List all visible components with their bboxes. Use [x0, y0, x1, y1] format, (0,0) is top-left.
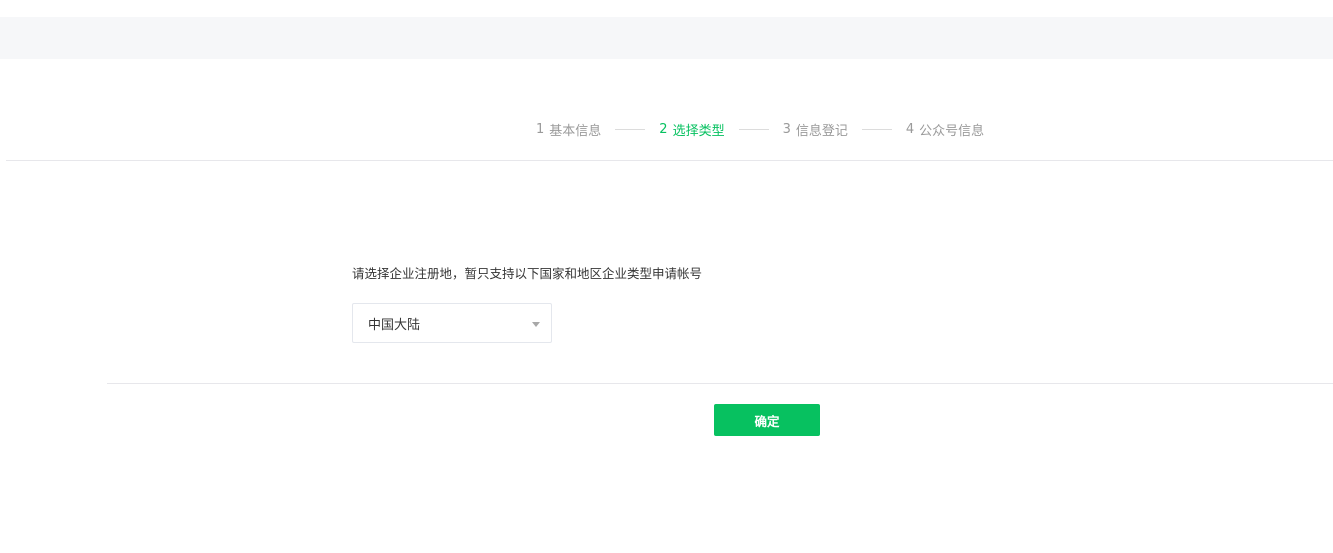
step-separator	[738, 128, 769, 130]
region-select-value: 中国大陆	[368, 317, 421, 333]
step-progress: 1 基本信息 2 选择类型 3 信息登记 4 公众号信息	[536, 119, 984, 139]
step-number: 3	[782, 121, 791, 137]
header-divider	[6, 160, 1333, 161]
step-label: 公众号信息	[919, 123, 985, 139]
region-instruction: 请选择企业注册地，暂只支持以下国家和地区企业类型申请帐号	[352, 266, 703, 281]
step-number: 2	[659, 121, 668, 137]
confirm-button[interactable]: 确定	[714, 404, 820, 436]
step-select-type: 2 选择类型	[659, 120, 724, 139]
chevron-down-icon	[532, 322, 540, 327]
form-divider	[107, 383, 1333, 384]
step-separator	[615, 128, 646, 130]
top-header-band	[0, 17, 1333, 59]
step-account-info: 4 公众号信息	[906, 120, 984, 139]
step-label: 选择类型	[672, 123, 725, 139]
step-info-registration: 3 信息登记	[783, 120, 848, 139]
region-select[interactable]: 中国大陆	[352, 303, 552, 343]
registration-page: 1 基本信息 2 选择类型 3 信息登记 4 公众号信息 请选择企业注册地，暂只…	[0, 0, 1333, 553]
step-label: 信息登记	[795, 123, 848, 139]
step-basic-info: 1 基本信息	[536, 120, 601, 139]
step-separator	[861, 128, 892, 130]
step-number: 4	[905, 121, 915, 137]
step-label: 基本信息	[549, 123, 602, 139]
step-number: 1	[536, 121, 545, 137]
